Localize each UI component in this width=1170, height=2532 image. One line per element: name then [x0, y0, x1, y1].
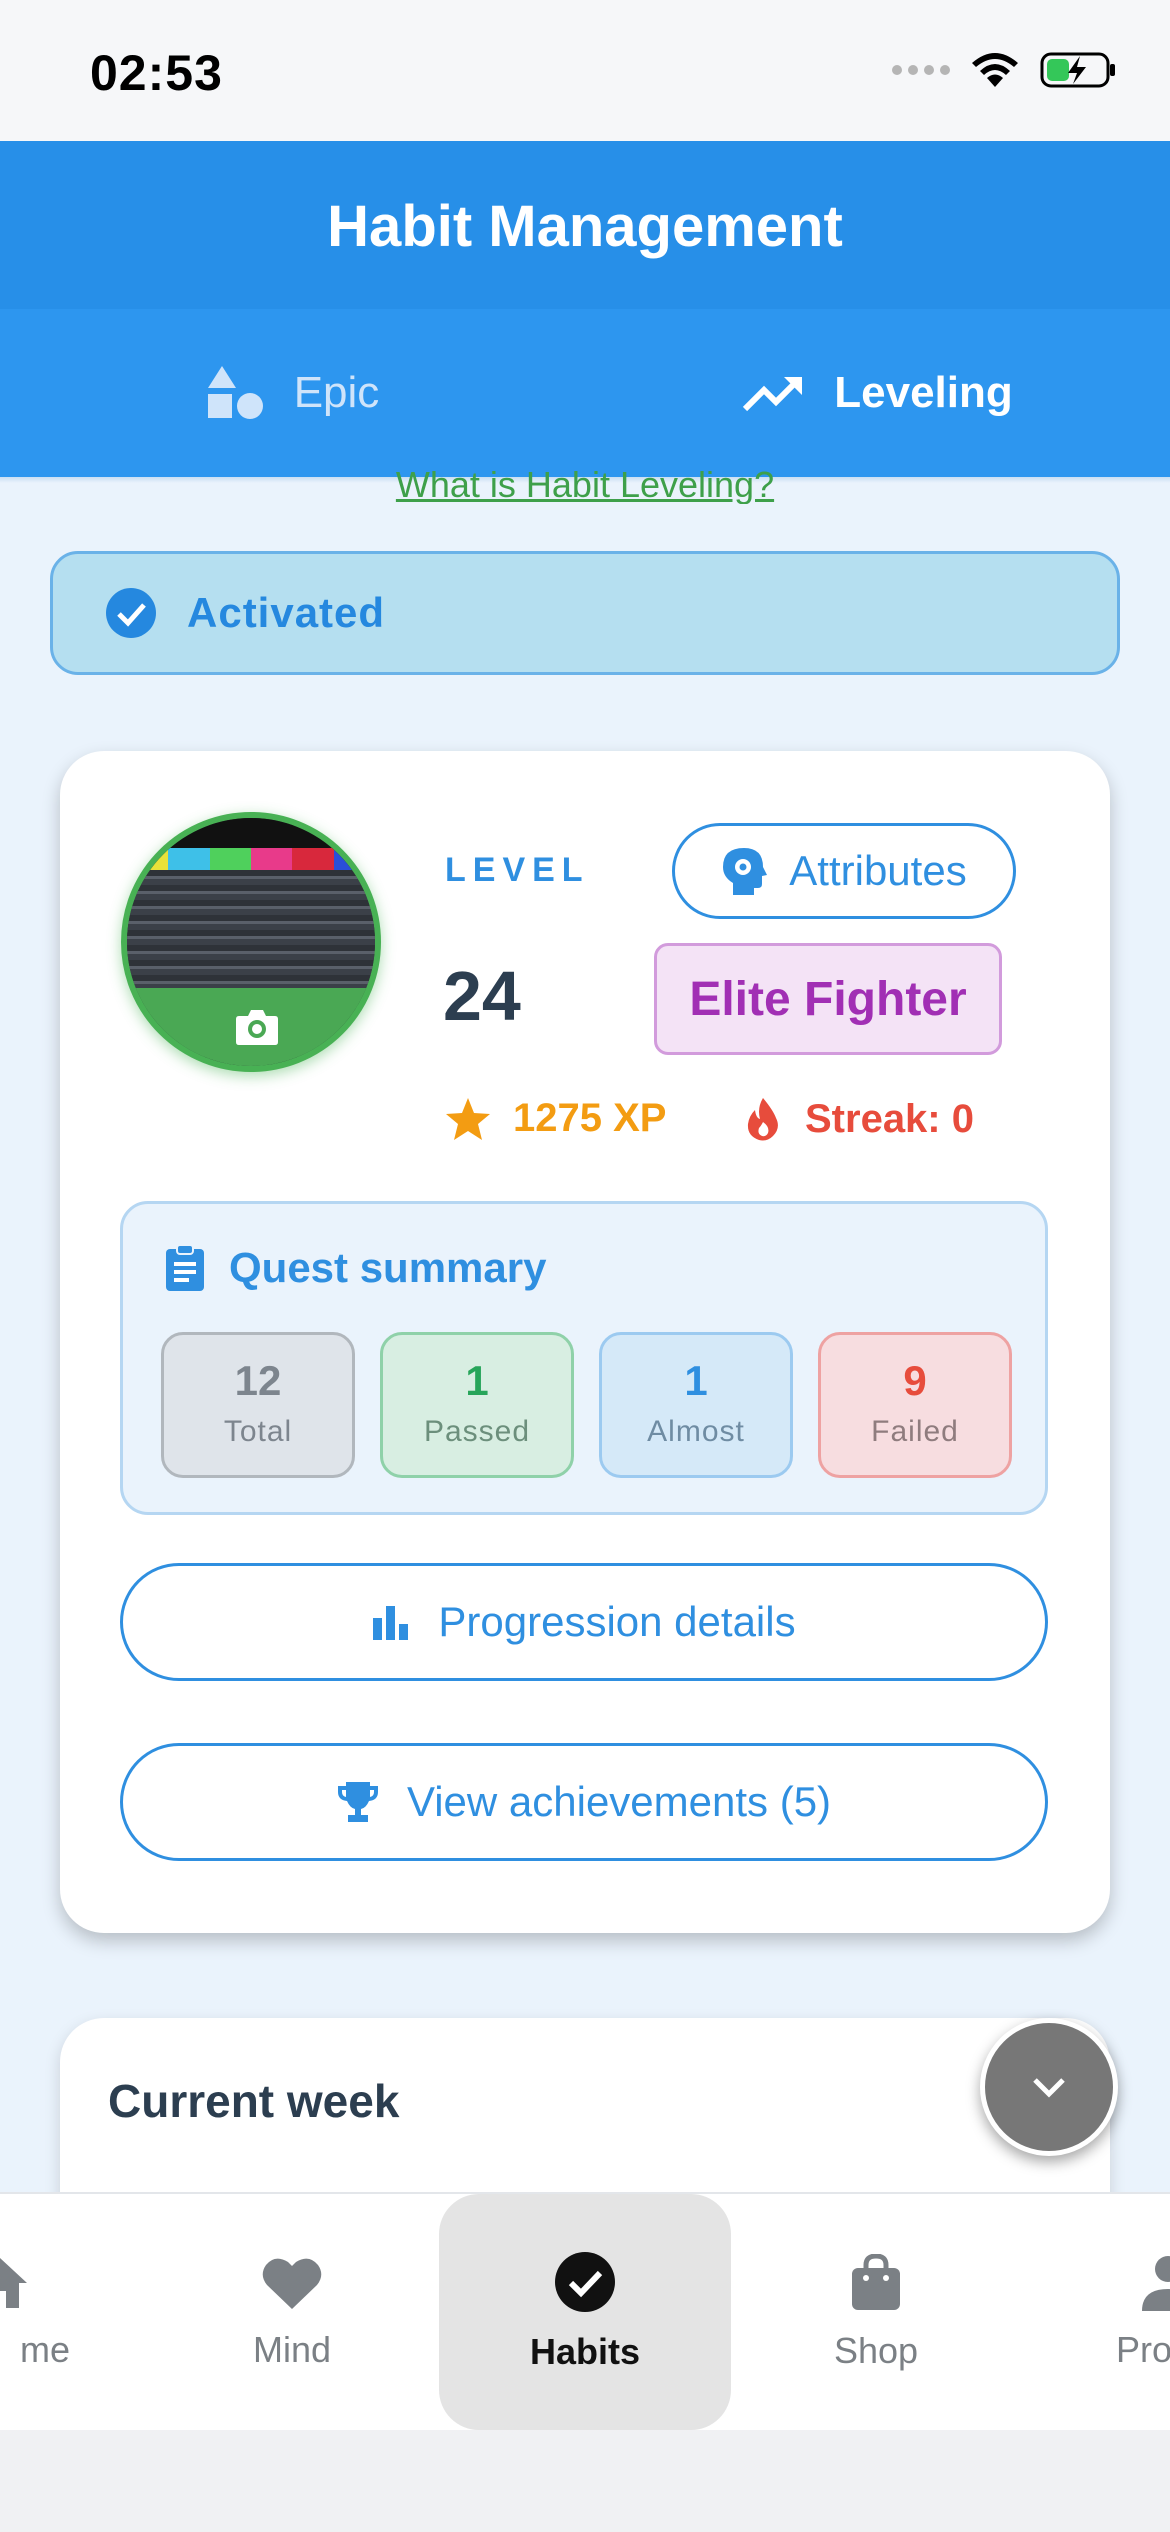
- nav-item-profile-label: Pro: [1116, 2329, 1170, 2370]
- stat-almost-value: 1: [684, 1357, 708, 1404]
- clipboard-icon: [166, 1244, 204, 1291]
- status-bar: 02:53: [0, 0, 1170, 141]
- tab-bar: Epic Leveling: [0, 309, 1170, 477]
- progression-details-label: Progression details: [438, 1598, 796, 1645]
- bar-chart-icon: [373, 1606, 409, 1640]
- status-icons: [892, 50, 1118, 90]
- activated-banner[interactable]: Activated: [50, 551, 1120, 675]
- stat-failed: 9 Failed: [818, 1332, 1012, 1478]
- tab-leveling-label: Leveling: [834, 368, 1013, 417]
- app-bar: Habit Management: [0, 141, 1170, 309]
- stat-failed-label: Failed: [871, 1415, 959, 1448]
- bottom-nav: me Mind Habits Shop Pro: [0, 2192, 1170, 2430]
- activated-label: Activated: [187, 589, 386, 636]
- home-icon: [0, 2258, 27, 2308]
- shapes-icon: [207, 366, 263, 419]
- stat-passed: 1 Passed: [380, 1332, 574, 1478]
- nav-item-shop-label: Shop: [833, 2330, 919, 2371]
- rank-badge: Elite Fighter: [654, 943, 1002, 1055]
- streak-value: Streak: 0: [805, 1096, 974, 1141]
- stat-passed-value: 1: [465, 1357, 489, 1404]
- view-achievements-label: View achievements (5): [406, 1778, 832, 1825]
- stat-total-label: Total: [223, 1415, 293, 1448]
- nav-item-habits[interactable]: Habits: [439, 2194, 731, 2430]
- trending-up-icon: [743, 377, 803, 412]
- nav-item-home[interactable]: me: [0, 2194, 146, 2432]
- wifi-icon: [972, 53, 1018, 87]
- home-indicator-area: [0, 2430, 1170, 2532]
- check-circle-icon: [555, 2252, 615, 2312]
- nav-item-habits-label: Habits: [529, 2331, 641, 2372]
- tab-epic[interactable]: Epic: [0, 309, 585, 477]
- page-title: Habit Management: [327, 194, 843, 259]
- level-value: 24: [443, 957, 521, 1035]
- nav-item-mind[interactable]: Mind: [146, 2194, 438, 2432]
- heart-icon: [262, 2258, 322, 2309]
- xp-value: 1275 XP: [513, 1096, 667, 1140]
- stat-total-value: 12: [234, 1357, 282, 1404]
- level-card: LEVEL 24 Attributes Elite Fighter 1275 X…: [60, 751, 1110, 1933]
- stat-almost: 1 Almost: [599, 1332, 793, 1478]
- signal-icon: [892, 65, 950, 75]
- star-icon: [446, 1097, 490, 1140]
- stat-failed-value: 9: [903, 1357, 927, 1404]
- attributes-button[interactable]: Attributes: [672, 823, 1016, 919]
- tab-epic-label: Epic: [293, 368, 380, 417]
- stat-total: 12 Total: [161, 1332, 355, 1478]
- stat-passed-label: Passed: [423, 1415, 531, 1448]
- current-week-title: Current week: [108, 2075, 400, 2127]
- stat-almost-label: Almost: [647, 1415, 745, 1448]
- view-achievements-button[interactable]: View achievements (5): [120, 1743, 1048, 1861]
- psychology-icon: [723, 848, 768, 895]
- quest-summary-title: Quest summary: [229, 1244, 547, 1291]
- shopping-bag-icon: [852, 2254, 900, 2310]
- xp-display: 1275 XP: [445, 1096, 666, 1141]
- quest-summary: Quest summary 12 Total 1 Passed 1 Almost…: [120, 1201, 1048, 1515]
- nav-item-shop[interactable]: Shop: [730, 2194, 1022, 2432]
- check-circle-icon: [106, 588, 156, 638]
- trophy-icon: [337, 1782, 378, 1822]
- nav-item-mind-label: Mind: [252, 2329, 332, 2370]
- avatar[interactable]: [121, 812, 381, 1072]
- camera-icon[interactable]: [235, 1008, 279, 1046]
- nav-item-home-label: me: [19, 2329, 70, 2370]
- attributes-label: Attributes: [789, 847, 967, 894]
- streak-display: Streak: 0: [743, 1096, 974, 1142]
- scroll-down-button[interactable]: [980, 2018, 1118, 2156]
- quest-summary-header: Quest summary: [165, 1244, 546, 1292]
- status-time: 02:53: [90, 45, 223, 101]
- chevron-down-icon: [1033, 2078, 1065, 2098]
- fire-icon: [747, 1098, 778, 1141]
- progression-details-button[interactable]: Progression details: [120, 1563, 1048, 1681]
- level-label: LEVEL: [445, 851, 590, 889]
- battery-icon: [1040, 52, 1115, 88]
- tab-leveling[interactable]: Leveling: [585, 309, 1170, 477]
- help-link[interactable]: What is Habit Leveling?: [0, 464, 1170, 504]
- person-icon: [1142, 2256, 1170, 2311]
- nav-item-profile[interactable]: Pro: [1022, 2194, 1170, 2432]
